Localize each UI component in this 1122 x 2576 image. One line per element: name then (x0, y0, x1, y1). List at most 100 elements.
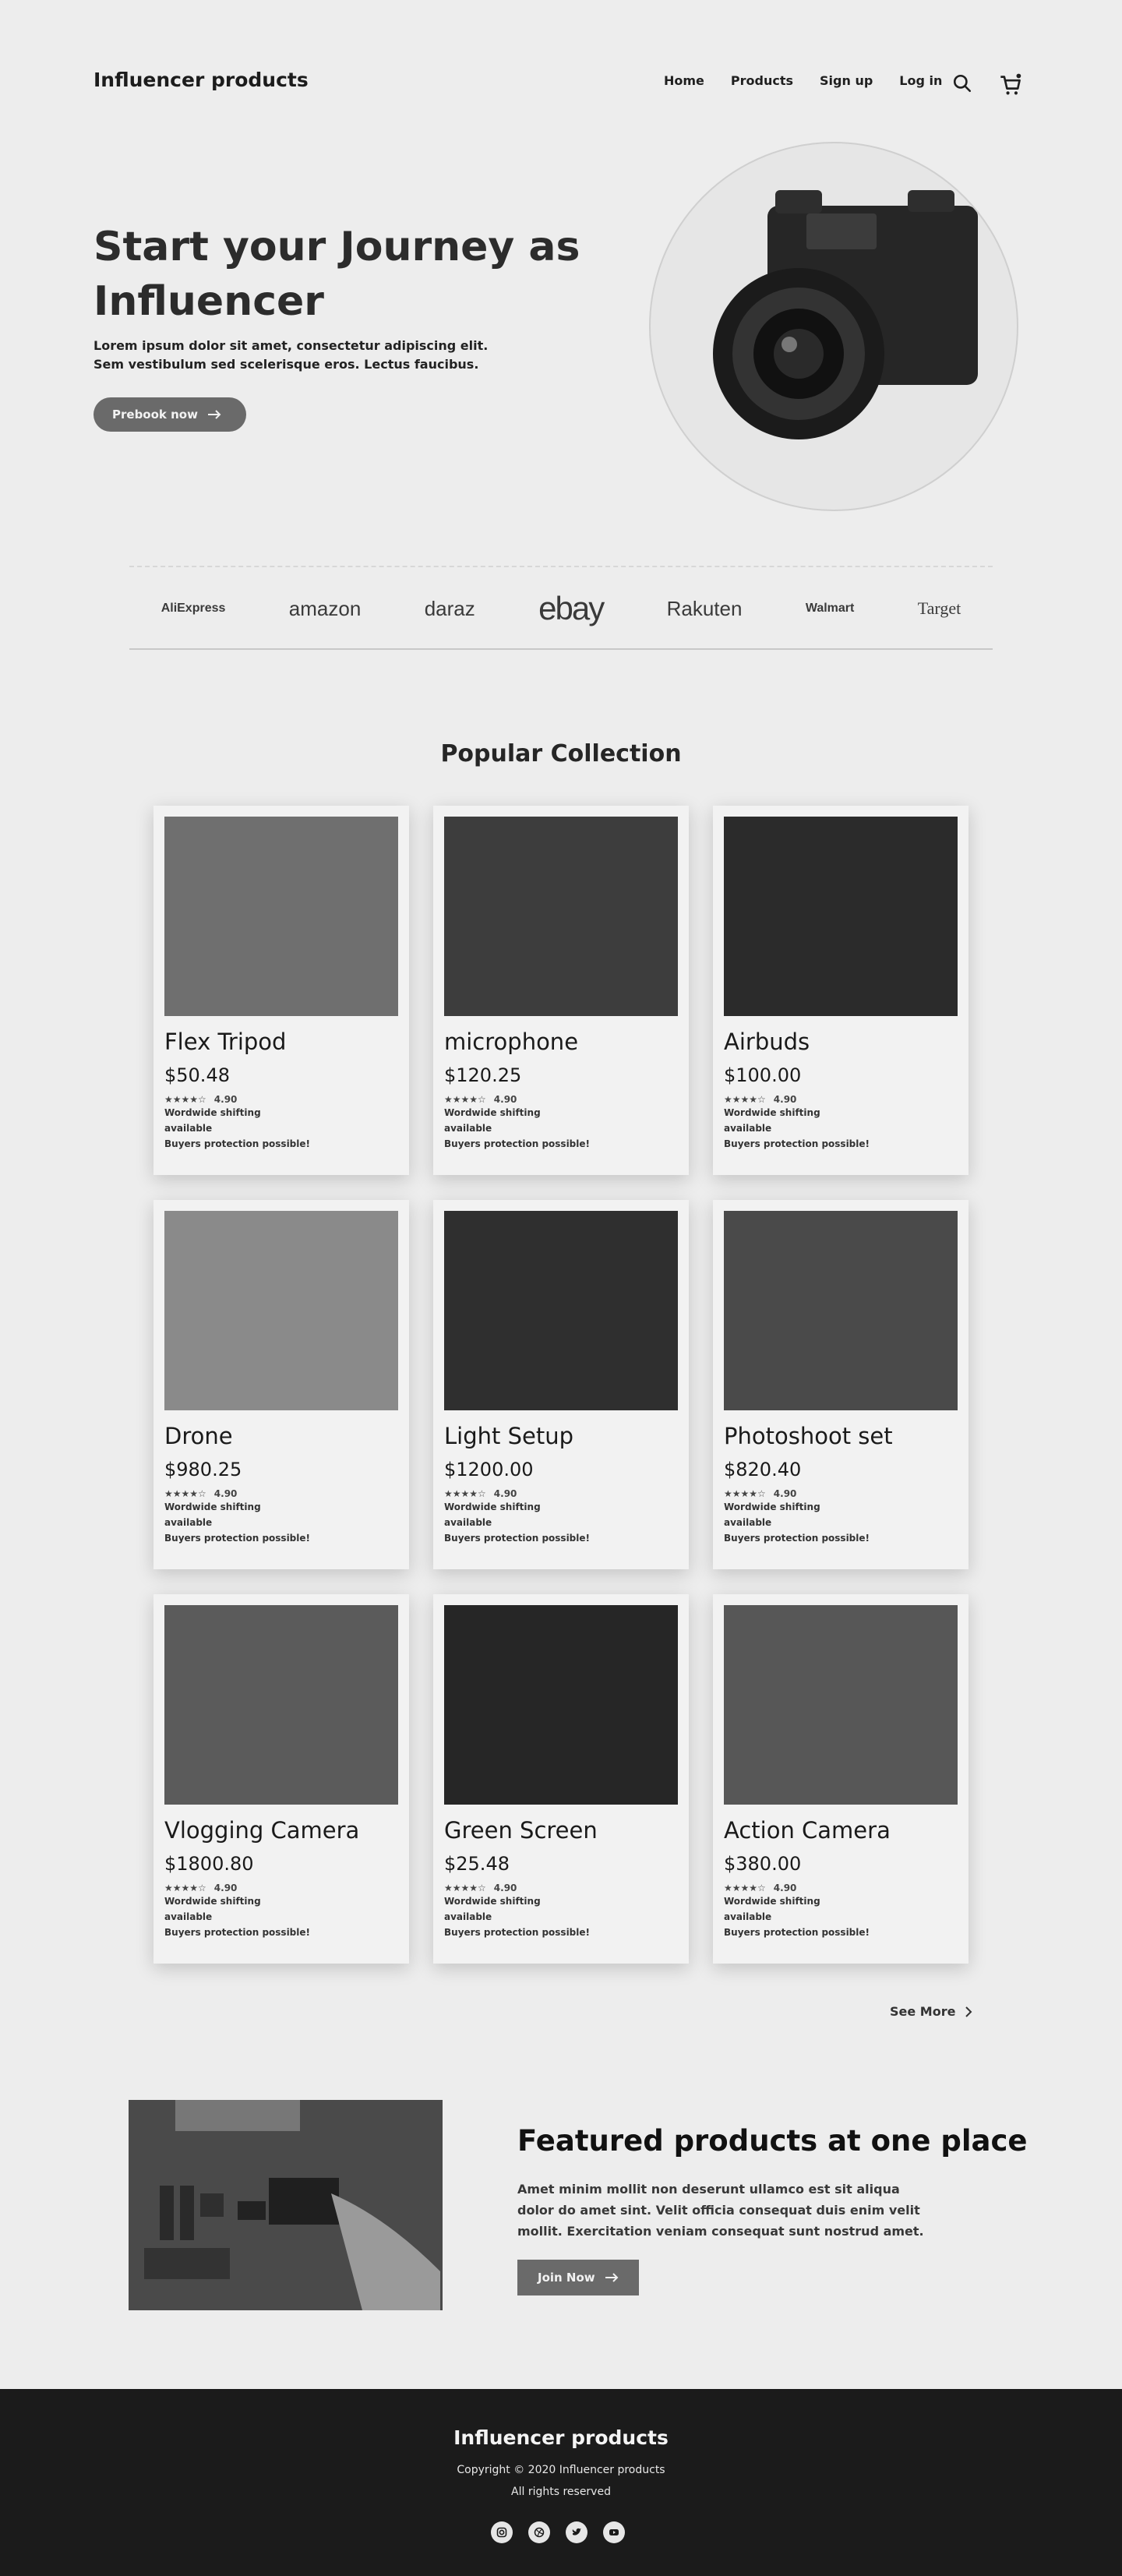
search-icon[interactable] (952, 73, 976, 97)
star-rating-icon: ★★★★☆ (724, 1488, 766, 1499)
product-name: microphone (444, 1029, 579, 1055)
rating-value: 4.90 (493, 1883, 517, 1893)
product-rating: ★★★★☆ 4.90 (164, 1883, 398, 1893)
hero-title-line2: Influencer (94, 278, 324, 325)
star-rating-icon: ★★★★☆ (444, 1883, 486, 1893)
instagram-icon[interactable] (491, 2521, 513, 2543)
product-rating: ★★★★☆ 4.90 (724, 1488, 958, 1499)
nav-signup[interactable]: Sign up (820, 73, 873, 88)
product-rating: ★★★★☆ 4.90 (724, 1094, 958, 1105)
availability-text: available (724, 1911, 772, 1922)
availability-text: available (444, 1517, 492, 1528)
rating-value: 4.90 (213, 1883, 238, 1893)
dribbble-icon[interactable] (528, 2521, 550, 2543)
protection-text: Buyers protection possible! (724, 1533, 870, 1544)
protection-text: Buyers protection possible! (164, 1533, 310, 1544)
availability-text: available (444, 1911, 492, 1922)
product-card[interactable]: Action Camera $380.00 ★★★★☆ 4.90 Wordwide sh… (713, 1594, 969, 1964)
nav-products[interactable]: Products (731, 73, 793, 88)
footer-rights: All rights reserved (511, 2486, 611, 2498)
shipping-text: Wordwide shifting (724, 1107, 820, 1118)
hero-title: Start your Journey as Influencer (94, 220, 639, 329)
nav-home[interactable]: Home (664, 73, 704, 88)
product-card[interactable]: Airbuds $100.00 ★★★★☆ 4.90 Wordwide shifting… (713, 806, 969, 1175)
hero-title-line1: Start your Journey as (94, 224, 580, 270)
social-links (491, 2521, 625, 2543)
arrow-right-icon (605, 2273, 619, 2282)
protection-text: Buyers protection possible! (164, 1138, 310, 1149)
product-price: $25.48 (444, 1853, 510, 1875)
featured-image (129, 2100, 443, 2310)
product-name: Photoshoot set (724, 1423, 893, 1449)
product-image (724, 1211, 958, 1410)
rating-value: 4.90 (773, 1488, 797, 1499)
hero-camera-image (649, 142, 1018, 511)
twitter-icon[interactable] (566, 2521, 587, 2543)
join-now-label: Join Now (538, 2271, 595, 2285)
product-name: Airbuds (724, 1029, 810, 1055)
product-rating: ★★★★☆ 4.90 (724, 1883, 958, 1893)
product-rating: ★★★★☆ 4.90 (444, 1094, 678, 1105)
product-image (724, 1605, 958, 1805)
product-rating: ★★★★☆ 4.90 (164, 1094, 398, 1105)
rating-value: 4.90 (773, 1883, 797, 1893)
product-image (724, 817, 958, 1016)
product-image (444, 1211, 678, 1410)
protection-text: Buyers protection possible! (444, 1138, 590, 1149)
shipping-text: Wordwide shifting (164, 1107, 261, 1118)
header-icons (952, 73, 1022, 97)
brand-target: Target (917, 598, 961, 618)
product-price: $820.40 (724, 1459, 802, 1480)
cart-icon[interactable] (999, 73, 1022, 97)
rating-value: 4.90 (213, 1094, 238, 1105)
prebook-button[interactable]: Prebook now (94, 397, 246, 432)
shipping-text: Wordwide shifting (724, 1501, 820, 1512)
see-more-link[interactable]: See More (890, 2004, 972, 2019)
arrow-right-icon (207, 410, 221, 419)
product-image (444, 1605, 678, 1805)
product-image (444, 817, 678, 1016)
product-card[interactable]: Light Setup $1200.00 ★★★★☆ 4.90 Wordwide shi… (433, 1200, 689, 1569)
chevron-right-icon (965, 2006, 972, 2017)
site-footer: Influencer products Copyright © 2020 Inf… (0, 2389, 1122, 2576)
product-price: $1800.80 (164, 1853, 254, 1875)
product-image (164, 1605, 398, 1805)
protection-text: Buyers protection possible! (724, 1138, 870, 1149)
nav-login[interactable]: Log in (899, 73, 942, 88)
shipping-text: Wordwide shifting (444, 1501, 541, 1512)
product-card[interactable]: Drone $980.25 ★★★★☆ 4.90 Wordwide shifting av… (153, 1200, 409, 1569)
product-rating: ★★★★☆ 4.90 (164, 1488, 398, 1499)
product-image (164, 1211, 398, 1410)
star-rating-icon: ★★★★☆ (164, 1094, 206, 1105)
partner-brands: AliExpress amazon daraz ebay Rakuten Wal… (129, 586, 993, 631)
see-more-label: See More (890, 2004, 956, 2019)
prebook-button-label: Prebook now (112, 408, 198, 422)
product-price: $1200.00 (444, 1459, 534, 1480)
product-card[interactable]: Green Screen $25.48 ★★★★☆ 4.90 Wordwide shif… (433, 1594, 689, 1964)
shipping-text: Wordwide shifting (724, 1896, 820, 1907)
join-now-button[interactable]: Join Now (517, 2260, 639, 2295)
brand-amazon: amazon (288, 596, 362, 620)
product-rating: ★★★★☆ 4.90 (444, 1488, 678, 1499)
star-rating-icon: ★★★★☆ (444, 1094, 486, 1105)
brand-rakuten: Rakuten (666, 596, 743, 620)
product-card[interactable]: microphone $120.25 ★★★★☆ 4.90 Wordwide shift… (433, 806, 689, 1175)
rating-value: 4.90 (493, 1488, 517, 1499)
protection-text: Buyers protection possible! (724, 1927, 870, 1938)
availability-text: available (724, 1517, 772, 1528)
product-card[interactable]: Flex Tripod $50.48 ★★★★☆ 4.90 Wordwide shift… (153, 806, 409, 1175)
brand-logo[interactable]: Influencer products (94, 69, 309, 91)
product-price: $100.00 (724, 1064, 802, 1086)
product-name: Green Screen (444, 1817, 598, 1844)
youtube-icon[interactable] (603, 2521, 625, 2543)
availability-text: available (724, 1123, 772, 1134)
collection-title: Popular Collection (440, 740, 682, 768)
brand-aliexpress: AliExpress (161, 602, 226, 615)
product-card[interactable]: Photoshoot set $820.40 ★★★★☆ 4.90 Wordwide s… (713, 1200, 969, 1569)
product-name: Flex Tripod (164, 1029, 287, 1055)
star-rating-icon: ★★★★☆ (724, 1883, 766, 1893)
product-card[interactable]: Vlogging Camera $1800.80 ★★★★☆ 4.90 Wordwide… (153, 1594, 409, 1964)
site-header: Influencer products Home Products Sign u… (0, 0, 1122, 164)
shipping-text: Wordwide shifting (444, 1107, 541, 1118)
protection-text: Buyers protection possible! (164, 1927, 310, 1938)
